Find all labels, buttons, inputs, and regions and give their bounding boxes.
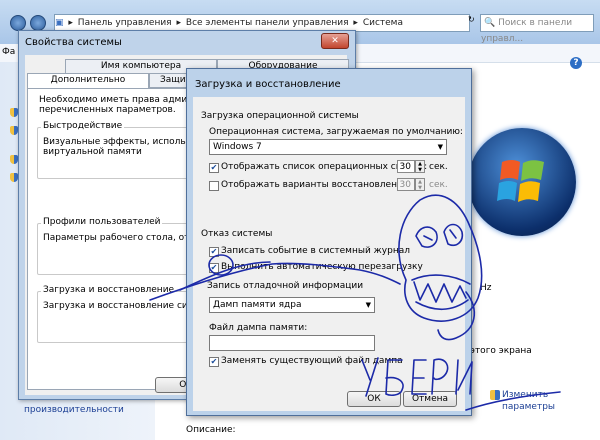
system-properties-title: Свойства системы	[25, 37, 122, 48]
search-input[interactable]: 🔍 Поиск в панели управл...	[480, 14, 594, 44]
debug-info-label: Запись отладочной информации	[207, 281, 364, 291]
performance-description-line2: виртуальной памяти	[43, 147, 142, 157]
system-failure-group-label: Отказ системы	[201, 229, 273, 239]
shield-icon	[10, 173, 18, 182]
write-event-checkbox[interactable]: ✔	[209, 247, 219, 257]
default-os-label: Операционная система, загружаемая по умо…	[209, 127, 463, 137]
cancel-button[interactable]: Отмена	[403, 391, 457, 407]
startup-recovery-group-label: Загрузка и восстановление	[41, 285, 177, 295]
seconds-label: сек.	[429, 180, 448, 190]
startup-recovery-title: Загрузка и восстановление	[195, 79, 341, 90]
control-panel-icon: ▣	[55, 18, 64, 28]
menu-item-file[interactable]: Фа	[2, 47, 15, 57]
tab-advanced[interactable]: Дополнительно	[27, 73, 149, 89]
performance-link[interactable]: производительности	[24, 405, 124, 415]
change-settings-link-line2[interactable]: параметры	[502, 402, 555, 412]
shield-icon	[490, 390, 500, 400]
startup-recovery-body: Загрузка операционной системы Операционн…	[193, 97, 465, 411]
startup-recovery-dialog: Загрузка и восстановление Загрузка опера…	[186, 68, 472, 416]
show-os-list-seconds[interactable]: 30	[397, 160, 415, 173]
show-recovery-options-checkbox[interactable]	[209, 181, 219, 191]
performance-group-label: Быстродействие	[41, 121, 125, 131]
shield-icon	[10, 155, 18, 164]
chevron-down-icon: ▼	[437, 143, 443, 151]
description-label: Описание:	[186, 425, 236, 435]
spin-up-down-icon[interactable]: ▲ ▼	[415, 178, 425, 191]
debug-info-select[interactable]: Дамп памяти ядра ▼	[209, 297, 375, 313]
show-recovery-seconds[interactable]: 30	[397, 178, 415, 191]
auto-restart-label: Выполнить автоматическую перезагрузку	[221, 262, 423, 272]
startup-group-label: Загрузка операционной системы	[201, 111, 359, 121]
write-event-label: Записать событие в системный журнал	[221, 246, 410, 256]
user-profiles-group-label: Профили пользователей	[41, 217, 163, 227]
admin-notice-line2: перечисленных параметров.	[39, 105, 176, 115]
breadcrumb-separator: ▸	[68, 18, 73, 28]
dump-file-input[interactable]	[209, 335, 375, 351]
breadcrumb-item-control-panel[interactable]: Панель управления	[78, 18, 172, 28]
chevron-down-icon: ▼	[365, 301, 371, 309]
dump-file-label: Файл дампа памяти:	[209, 323, 308, 333]
show-recovery-options-label: Отображать варианты восстановления:	[221, 180, 412, 190]
windows-logo-icon	[468, 128, 576, 236]
default-os-value: Windows 7	[213, 142, 262, 152]
shield-icon	[10, 126, 18, 135]
shield-icon	[10, 108, 18, 117]
overwrite-dump-label: Заменять существующий файл дампа	[221, 356, 403, 366]
processor-hz-fragment: Hz	[480, 283, 492, 293]
close-icon[interactable]: ✕	[321, 33, 349, 49]
debug-info-value: Дамп памяти ядра	[213, 300, 302, 310]
search-icon: 🔍	[484, 18, 496, 28]
ok-button[interactable]: ОК	[347, 391, 401, 407]
overwrite-dump-checkbox[interactable]: ✔	[209, 357, 219, 367]
forward-arrow-icon[interactable]	[30, 15, 46, 31]
refresh-icon[interactable]: ↻	[468, 15, 475, 24]
breadcrumb-item-system[interactable]: Система	[363, 18, 403, 28]
spin-up-down-icon[interactable]: ▲ ▼	[415, 160, 425, 173]
screen-text-fragment: этого экрана	[470, 346, 532, 356]
default-os-select[interactable]: Windows 7 ▼	[209, 139, 447, 155]
back-arrow-icon[interactable]	[10, 15, 26, 31]
seconds-label: сек.	[429, 162, 448, 172]
change-settings-link-line1[interactable]: Изменить	[502, 390, 548, 400]
breadcrumb-item-all-items[interactable]: Все элементы панели управления	[186, 18, 349, 28]
show-os-list-checkbox[interactable]: ✔	[209, 163, 219, 173]
help-icon[interactable]: ?	[570, 57, 582, 69]
auto-restart-checkbox[interactable]: ✔	[209, 263, 219, 273]
